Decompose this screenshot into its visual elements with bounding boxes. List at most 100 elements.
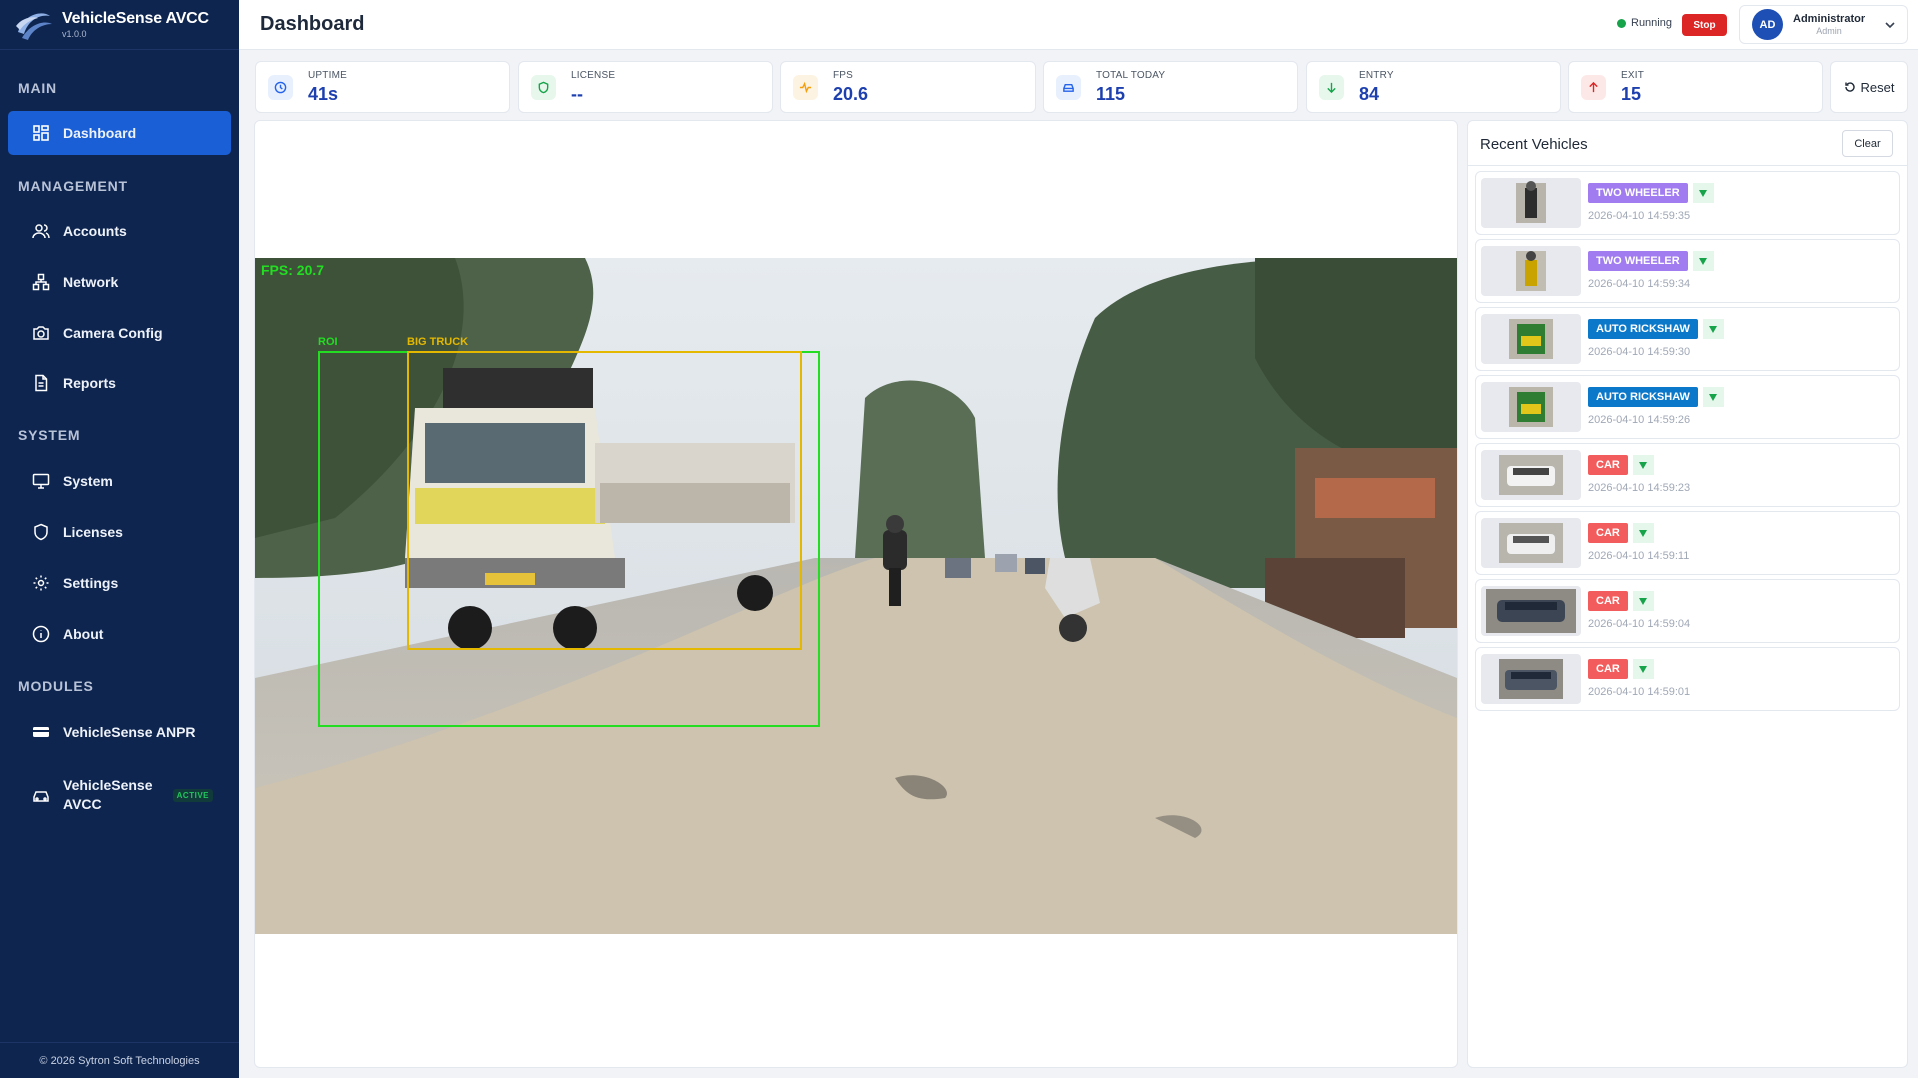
monitor-icon xyxy=(32,473,50,489)
avatar: AD xyxy=(1752,9,1783,40)
sidebar-item-settings[interactable]: Settings xyxy=(8,561,231,605)
stat-exit: EXIT 15 xyxy=(1568,61,1823,113)
direction-down-icon xyxy=(1632,659,1654,679)
detection-label: BIG TRUCK xyxy=(407,336,469,348)
sidebar-item-label: Camera Config xyxy=(63,325,163,341)
shield-icon xyxy=(34,523,48,541)
vehicle-row[interactable]: AUTO RICKSHAW 2026-04-10 14:59:26 xyxy=(1475,375,1900,439)
direction-down-icon xyxy=(1692,251,1714,271)
arrow-up-icon xyxy=(1581,74,1606,100)
direction-down-icon xyxy=(1702,319,1724,339)
nav-section-modules: MODULES xyxy=(18,678,94,694)
vehicle-type-badge: CAR xyxy=(1588,455,1628,475)
vehicle-timestamp: 2026-04-10 14:59:30 xyxy=(1588,346,1691,358)
sidebar-item-about[interactable]: About xyxy=(8,612,231,656)
direction-down-icon xyxy=(1632,591,1654,611)
car-icon xyxy=(33,791,49,802)
brand-name: VehicleSense AVCC xyxy=(62,10,209,27)
vehicle-row[interactable]: AUTO RICKSHAW 2026-04-10 14:59:30 xyxy=(1475,307,1900,371)
network-icon xyxy=(32,273,50,291)
reset-button[interactable]: Reset xyxy=(1830,61,1908,113)
clock-icon xyxy=(268,74,293,100)
vehicle-thumbnail xyxy=(1481,178,1581,228)
sidebar-item-label: Accounts xyxy=(63,223,127,239)
sidebar-item-licenses[interactable]: Licenses xyxy=(8,510,231,554)
info-icon xyxy=(32,625,50,643)
detection-box xyxy=(407,351,802,650)
sidebar-item-camera-config[interactable]: Camera Config xyxy=(8,311,231,355)
camera-feed[interactable]: FPS: 20.7 ROI BIG TRUCK xyxy=(255,258,1457,934)
video-panel: FPS: 20.7 ROI BIG TRUCK xyxy=(254,120,1458,1068)
sidebar: VehicleSense AVCC v1.0.0 MAIN Dashboard … xyxy=(0,0,239,1078)
direction-down-icon xyxy=(1632,523,1654,543)
status-indicator: Running xyxy=(1617,17,1672,29)
reset-icon xyxy=(1844,82,1855,92)
vehicle-thumbnail xyxy=(1481,450,1581,500)
sidebar-footer: © 2026 Sytron Soft Technologies xyxy=(0,1042,239,1078)
sidebar-item-label: About xyxy=(63,626,104,642)
clear-button[interactable]: Clear xyxy=(1842,130,1893,157)
sidebar-item-avcc[interactable]: VehicleSense AVCC ACTIVE xyxy=(8,772,231,818)
stat-fps: FPS 20.6 xyxy=(780,61,1036,113)
user-menu[interactable]: AD Administrator Admin xyxy=(1739,5,1908,44)
sidebar-item-label: VehicleSense ANPR xyxy=(63,724,196,740)
vehicle-row[interactable]: CAR 2026-04-10 14:59:01 xyxy=(1475,647,1900,711)
brand: VehicleSense AVCC v1.0.0 xyxy=(0,0,239,50)
vehicle-row[interactable]: CAR 2026-04-10 14:59:04 xyxy=(1475,579,1900,643)
nav-section-main: MAIN xyxy=(18,80,57,96)
stat-uptime: UPTIME 41s xyxy=(255,61,510,113)
brand-logo-icon xyxy=(16,12,52,40)
vehicle-row[interactable]: TWO WHEELER 2026-04-10 14:59:34 xyxy=(1475,239,1900,303)
sidebar-item-label: Reports xyxy=(63,375,116,391)
recent-vehicles-panel: Recent Vehicles Clear TWO WHEELER 2026-04… xyxy=(1467,120,1908,1068)
sidebar-item-label: System xyxy=(63,473,113,489)
shield-icon xyxy=(531,74,556,100)
sidebar-item-label: Dashboard xyxy=(63,125,137,141)
sidebar-item-label: Settings xyxy=(63,575,119,591)
camera-icon xyxy=(33,326,49,340)
vehicle-timestamp: 2026-04-10 14:59:23 xyxy=(1588,482,1691,494)
sidebar-item-dashboard[interactable]: Dashboard xyxy=(8,111,231,155)
direction-down-icon xyxy=(1702,387,1724,407)
document-icon xyxy=(35,374,48,392)
sidebar-item-label: Licenses xyxy=(63,524,123,540)
vehicle-type-badge: CAR xyxy=(1588,659,1628,679)
reset-label: Reset xyxy=(1860,79,1895,95)
sidebar-item-accounts[interactable]: Accounts xyxy=(8,209,231,253)
vehicle-type-badge: TWO WHEELER xyxy=(1588,183,1688,203)
vehicle-row[interactable]: TWO WHEELER 2026-04-10 14:59:35 xyxy=(1475,171,1900,235)
active-badge: ACTIVE xyxy=(172,788,213,802)
sidebar-item-anpr[interactable]: VehicleSense ANPR xyxy=(8,710,231,754)
card-icon xyxy=(33,727,49,737)
stat-value: 84 xyxy=(1359,83,1380,104)
vehicle-type-badge: CAR xyxy=(1588,591,1628,611)
stop-button[interactable]: Stop xyxy=(1682,14,1727,36)
activity-icon xyxy=(793,74,818,100)
vehicle-row[interactable]: CAR 2026-04-10 14:59:23 xyxy=(1475,443,1900,507)
direction-down-icon xyxy=(1692,183,1714,203)
stat-label: ENTRY xyxy=(1359,69,1394,81)
top-header: Dashboard Running Stop AD Administrator … xyxy=(239,0,1918,50)
stat-value: 41s xyxy=(308,83,339,104)
vehicle-type-badge: TWO WHEELER xyxy=(1588,251,1688,271)
sidebar-item-system[interactable]: System xyxy=(8,459,231,503)
stat-entry: ENTRY 84 xyxy=(1306,61,1561,113)
sidebar-item-network[interactable]: Network xyxy=(8,260,231,304)
vehicle-timestamp: 2026-04-10 14:59:35 xyxy=(1588,210,1691,222)
vehicle-row[interactable]: CAR 2026-04-10 14:59:11 xyxy=(1475,511,1900,575)
vehicle-thumbnail xyxy=(1481,654,1581,704)
roi-label: ROI xyxy=(318,336,338,348)
stat-label: EXIT xyxy=(1621,69,1645,81)
stat-license: LICENSE -- xyxy=(518,61,773,113)
stat-value: 115 xyxy=(1096,83,1126,104)
direction-down-icon xyxy=(1632,455,1654,475)
chevron-down-icon xyxy=(1885,22,1895,29)
vehicle-type-badge: AUTO RICKSHAW xyxy=(1588,319,1698,339)
vehicle-thumbnail xyxy=(1481,518,1581,568)
status-dot-icon xyxy=(1617,18,1626,28)
vehicle-type-badge: AUTO RICKSHAW xyxy=(1588,387,1698,407)
vehicle-thumbnail xyxy=(1481,314,1581,364)
car-icon xyxy=(1056,74,1081,100)
vehicle-timestamp: 2026-04-10 14:59:01 xyxy=(1588,686,1691,698)
sidebar-item-reports[interactable]: Reports xyxy=(8,361,231,405)
